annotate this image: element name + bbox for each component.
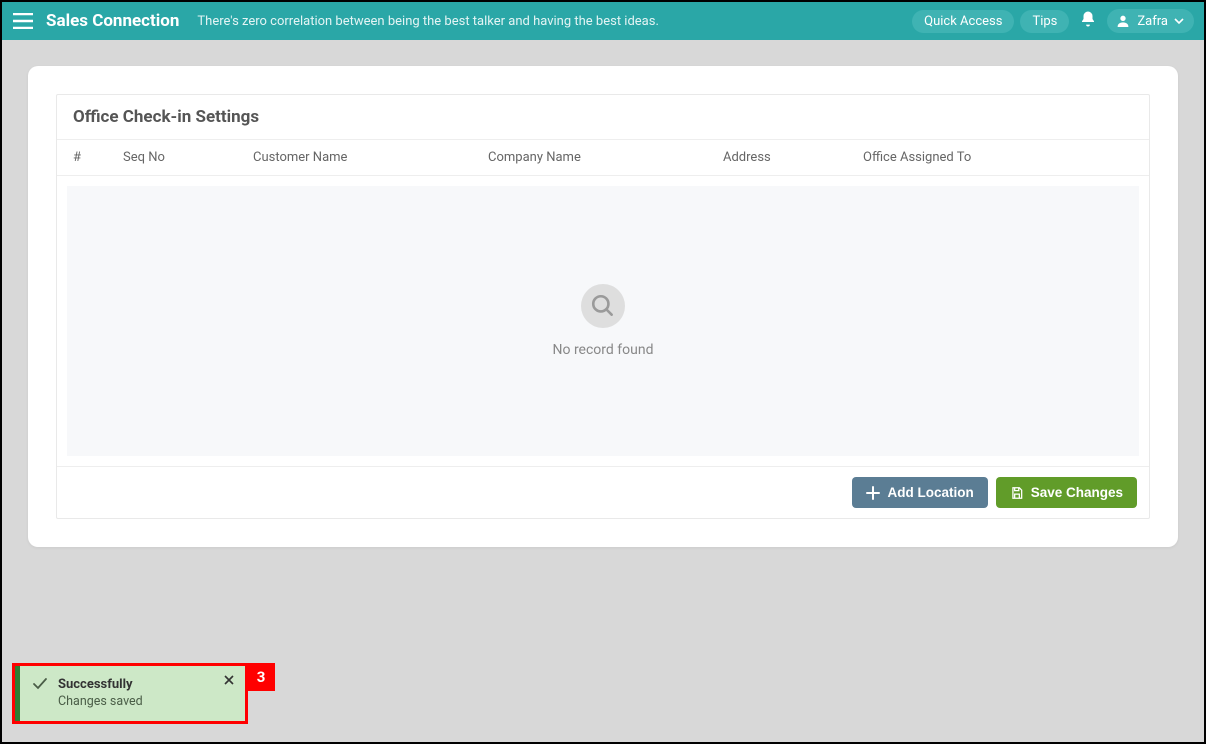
settings-card: Office Check-in Settings # Seq No Custom…: [28, 66, 1178, 547]
empty-state-text: No record found: [553, 342, 654, 358]
tips-button[interactable]: Tips: [1020, 10, 1069, 33]
save-changes-label: Save Changes: [1031, 485, 1123, 500]
save-icon: [1010, 486, 1024, 500]
app-title: Sales Connection: [46, 11, 179, 31]
annotation-box: Successfully Changes saved 3: [12, 663, 248, 724]
table-body-empty: No record found: [67, 186, 1139, 456]
hamburger-icon: [13, 13, 33, 29]
tips-label: Tips: [1032, 14, 1057, 29]
toast-close-button[interactable]: [223, 674, 235, 690]
col-customer: Customer Name: [253, 150, 488, 165]
notifications-button[interactable]: [1079, 10, 1097, 32]
add-location-button[interactable]: Add Location: [852, 477, 987, 508]
bell-icon: [1079, 10, 1097, 28]
quick-access-label: Quick Access: [924, 14, 1002, 29]
col-index: #: [73, 150, 123, 165]
user-name-label: Zafra: [1137, 14, 1168, 29]
top-navbar: Sales Connection There's zero correlatio…: [2, 2, 1204, 40]
check-icon: [32, 676, 48, 692]
col-seq-no: Seq No: [123, 150, 253, 165]
panel-title: Office Check-in Settings: [73, 107, 1133, 127]
quick-access-button[interactable]: Quick Access: [912, 10, 1014, 33]
search-icon: [590, 293, 616, 319]
chevron-down-icon: [1174, 16, 1184, 26]
annotation-number: 3: [247, 663, 275, 691]
empty-state-icon-wrap: [581, 284, 625, 328]
col-office: Office Assigned To: [863, 150, 1133, 165]
tagline-text: There's zero correlation between being t…: [197, 14, 658, 29]
content-area: Office Check-in Settings # Seq No Custom…: [2, 40, 1204, 742]
add-location-label: Add Location: [887, 485, 973, 500]
col-address: Address: [723, 150, 863, 165]
panel-header: Office Check-in Settings: [57, 95, 1149, 140]
col-company: Company Name: [488, 150, 723, 165]
settings-panel: Office Check-in Settings # Seq No Custom…: [56, 94, 1150, 519]
toast-title: Successfully: [58, 677, 133, 692]
user-icon: [1115, 13, 1131, 29]
user-menu-button[interactable]: Zafra: [1107, 9, 1194, 33]
success-toast: Successfully Changes saved: [15, 666, 245, 721]
menu-toggle-button[interactable]: [12, 10, 34, 32]
save-changes-button[interactable]: Save Changes: [996, 477, 1137, 508]
table-header-row: # Seq No Customer Name Company Name Addr…: [57, 140, 1149, 176]
panel-footer: Add Location Save Changes: [57, 466, 1149, 518]
plus-icon: [866, 486, 880, 500]
toast-message: Changes saved: [58, 694, 233, 709]
close-icon: [223, 674, 235, 686]
